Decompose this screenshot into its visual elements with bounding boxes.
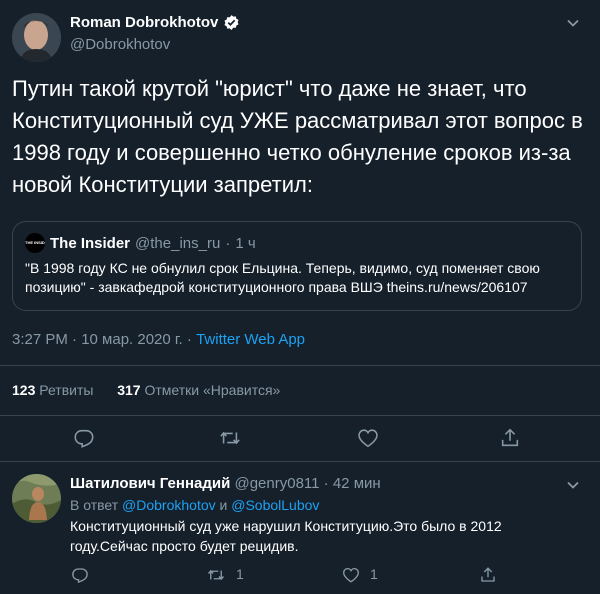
reply-author-name[interactable]: Шатилович Геннадий [70,475,230,492]
like-icon[interactable] [342,566,360,584]
tweet-timestamp[interactable]: 3:27 PM · 10 мар. 2020 г. · [12,331,192,348]
retweets-label[interactable]: Ретвиты [39,382,93,398]
reply-to-and: и [219,497,228,513]
reply-text-line2: году.Сейчас просто будет рецидив. [70,538,299,554]
quoted-text-line1: "В 1998 году КС не обнулил срок Ельцина.… [25,260,540,276]
retweets-count[interactable]: 123 [12,382,35,398]
divider [0,461,600,462]
quoted-separator: · [225,234,231,252]
verified-icon [223,14,240,31]
chevron-down-icon[interactable] [566,16,580,30]
author-handle[interactable]: @Dobrokhotov [70,36,170,53]
divider [0,415,600,416]
reply-to-mention-2[interactable]: @SobolLubov [231,497,319,513]
retweet-icon[interactable] [206,566,226,584]
author-name[interactable]: Roman Dobrokhotov [70,14,218,31]
reply-author-handle[interactable]: @genry0811 [234,475,319,492]
reply-time[interactable]: 42 мин [333,475,381,492]
reply-like-count: 1 [370,566,378,582]
reply-retweet-count: 1 [236,566,244,582]
chevron-down-icon[interactable] [566,478,580,492]
reply-to-prefix: В ответ [70,497,119,513]
reply-separator: · [323,475,329,492]
tweet-text: Путин такой крутой "юрист" что даже не з… [12,76,583,197]
share-icon[interactable] [479,566,497,584]
divider [0,365,600,366]
quoted-text-line2: позицию" - завкафедрой конституционного … [25,279,528,295]
reply-text-line1: Конституционный суд уже нарушил Конститу… [70,518,502,534]
quoted-name: The Insider [50,234,131,252]
tweet-source[interactable]: Twitter Web App [196,331,305,348]
quoted-avatar: THE INSIDER [25,233,45,253]
author-avatar[interactable] [12,13,61,62]
reply-icon[interactable] [73,427,95,449]
quoted-handle: @the_ins_ru [135,234,221,252]
retweet-icon[interactable] [218,427,242,449]
share-icon[interactable] [499,427,521,449]
quoted-tweet[interactable]: THE INSIDER The Insider @the_ins_ru · 1 … [12,221,582,311]
reply-icon[interactable] [71,566,89,584]
likes-count[interactable]: 317 [117,382,140,398]
likes-label[interactable]: Отметки «Нравится» [144,382,280,398]
like-icon[interactable] [357,427,379,449]
quoted-time: 1 ч [235,234,256,252]
reply-author-avatar[interactable] [12,474,61,523]
reply-to-mention-1[interactable]: @Dobrokhotov [122,497,216,513]
